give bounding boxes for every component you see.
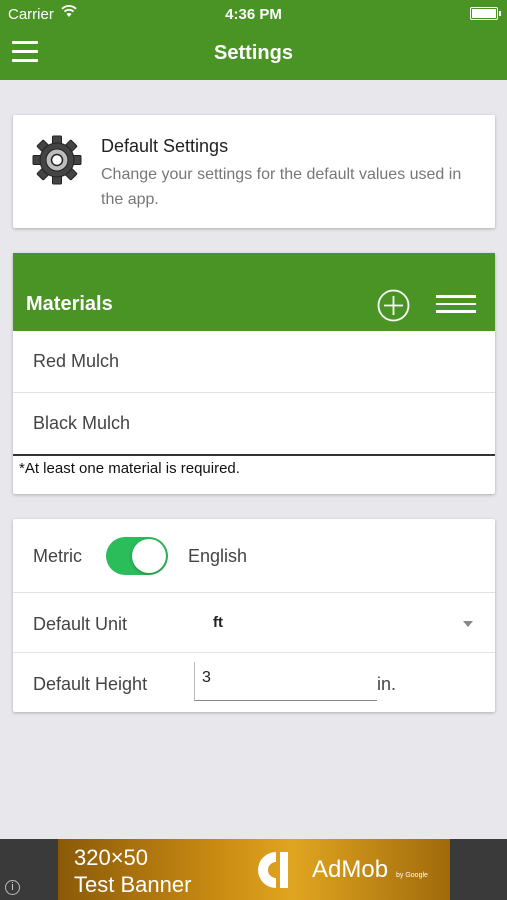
default-settings-card[interactable]: Default Settings Change your settings fo… bbox=[13, 115, 495, 228]
default-settings-description: Change your settings for the default val… bbox=[101, 166, 462, 208]
material-label: Black Mulch bbox=[33, 413, 131, 433]
list-item[interactable]: Red Mulch bbox=[13, 331, 495, 393]
ad-line-1: 320×50 bbox=[74, 845, 149, 870]
default-settings-heading: Default Settings bbox=[101, 136, 229, 156]
ad-by-google: by Google bbox=[396, 872, 428, 879]
materials-note: *At least one material is required. bbox=[19, 460, 240, 477]
default-unit-row: Default Unit ft bbox=[13, 593, 495, 653]
navbar: Settings bbox=[0, 28, 507, 80]
materials-card: Materials Red Mulch Black Mulch *At leas… bbox=[13, 253, 495, 494]
gear-icon bbox=[32, 135, 82, 185]
chevron-down-icon bbox=[463, 621, 473, 627]
default-unit-select[interactable]: ft bbox=[209, 601, 481, 645]
materials-title: Materials bbox=[26, 293, 113, 315]
english-label: English bbox=[188, 546, 248, 566]
unit-system-row: Metric English bbox=[13, 519, 495, 593]
add-circle-icon[interactable] bbox=[377, 289, 410, 322]
default-height-input[interactable] bbox=[194, 662, 377, 701]
unit-system-toggle[interactable] bbox=[106, 537, 168, 575]
status-bar: Carrier 4:36 PM bbox=[0, 0, 507, 28]
ad-brand: AdMob bbox=[312, 856, 389, 883]
info-icon[interactable]: i bbox=[5, 880, 20, 895]
units-card: Metric English Default Unit ft Default H… bbox=[13, 519, 495, 712]
default-height-row: Default Height in. bbox=[13, 653, 495, 712]
metric-label: Metric bbox=[33, 546, 82, 566]
materials-header: Materials bbox=[13, 253, 495, 331]
material-label: Red Mulch bbox=[33, 351, 120, 371]
admob-logo-icon bbox=[258, 852, 288, 888]
default-unit-value: ft bbox=[213, 614, 223, 631]
list-item[interactable]: Black Mulch bbox=[13, 393, 495, 456]
default-unit-label: Default Unit bbox=[33, 614, 128, 634]
default-height-label: Default Height bbox=[33, 674, 148, 694]
reorder-icon[interactable] bbox=[436, 295, 476, 315]
battery-icon bbox=[470, 7, 501, 20]
height-unit-label: in. bbox=[377, 674, 397, 694]
ad-line-2: Test Banner bbox=[74, 872, 192, 897]
page-title: Settings bbox=[214, 42, 293, 64]
ad-banner-area: i 320×50 Test Banner AdMob by Google bbox=[0, 839, 507, 900]
ad-banner[interactable]: 320×50 Test Banner AdMob by Google bbox=[58, 839, 450, 900]
status-time: 4:36 PM bbox=[225, 6, 282, 23]
